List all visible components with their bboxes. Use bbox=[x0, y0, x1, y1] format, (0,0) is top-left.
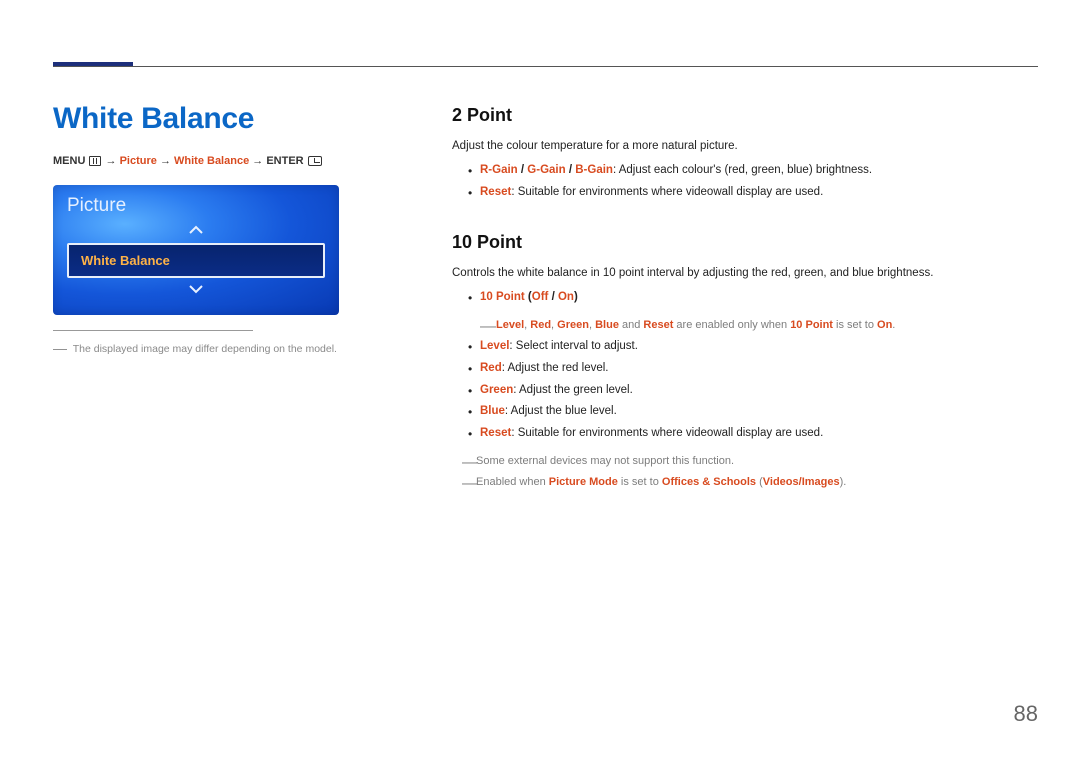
breadcrumb-enter-label: ENTER bbox=[266, 155, 303, 167]
g-gain-label: G-Gain bbox=[527, 164, 565, 176]
disclaimer-body: The displayed image may differ depending… bbox=[73, 343, 337, 355]
gain-desc: : Adjust each colour's (red, green, blue… bbox=[613, 164, 872, 176]
osd-arrow-up-row bbox=[67, 223, 325, 239]
bullets-10point: 10 Point (Off / On) bbox=[452, 289, 1020, 307]
disclaimer-text: ― The displayed image may differ dependi… bbox=[53, 340, 337, 356]
dash-icon: ― bbox=[53, 340, 67, 356]
list-item: Reset: Suitable for environments where v… bbox=[452, 184, 1020, 202]
menu-icon bbox=[89, 156, 101, 166]
osd-menu-panel: Picture White Balance bbox=[53, 185, 339, 315]
page-number: 88 bbox=[1014, 701, 1038, 727]
osd-menu-title: Picture bbox=[67, 195, 325, 217]
list-item: Blue: Adjust the blue level. bbox=[452, 403, 1020, 421]
intro-10point: Controls the white balance in 10 point i… bbox=[452, 265, 1020, 283]
list-item: Reset: Suitable for environments where v… bbox=[452, 425, 1020, 443]
breadcrumb-arrow: → bbox=[160, 155, 174, 167]
red-label: Red bbox=[480, 362, 502, 374]
header-rule bbox=[53, 66, 1038, 67]
section-heading-10point: 10 Point bbox=[452, 229, 1020, 257]
list-item: Green: Adjust the green level. bbox=[452, 382, 1020, 400]
reset-desc: : Suitable for environments where videow… bbox=[511, 186, 823, 198]
content-column: 2 Point Adjust the colour temperature fo… bbox=[452, 102, 1020, 491]
list-item: R-Gain / G-Gain / B-Gain: Adjust each co… bbox=[452, 162, 1020, 180]
chevron-up-icon[interactable] bbox=[188, 224, 204, 236]
section-heading-2point: 2 Point bbox=[452, 102, 1020, 130]
breadcrumb-menu-label: MENU bbox=[53, 155, 85, 167]
blue-label: Blue bbox=[480, 405, 505, 417]
reset-label: Reset bbox=[480, 186, 511, 198]
disclaimer-rule bbox=[53, 330, 253, 331]
level-label: Level bbox=[480, 340, 509, 352]
breadcrumb-white-balance: White Balance bbox=[174, 155, 249, 167]
intro-2point: Adjust the colour temperature for a more… bbox=[452, 138, 1020, 156]
toggle-on: On bbox=[558, 291, 574, 303]
r-gain-label: R-Gain bbox=[480, 164, 518, 176]
list-item: 10 Point (Off / On) bbox=[452, 289, 1020, 307]
b-gain-label: B-Gain bbox=[575, 164, 613, 176]
breadcrumb-arrow: → bbox=[106, 155, 120, 167]
dash-icon: ― bbox=[480, 315, 496, 340]
reset-label-10p: Reset bbox=[480, 427, 511, 439]
breadcrumb-arrow: → bbox=[252, 155, 266, 167]
toggle-off: Off bbox=[532, 291, 549, 303]
chevron-down-icon[interactable] bbox=[188, 283, 204, 295]
osd-arrow-down-row bbox=[67, 282, 325, 298]
enable-note: ― Level, Red, Green, Blue and Reset are … bbox=[452, 317, 1020, 334]
list-item: Level: Select interval to adjust. bbox=[452, 338, 1020, 356]
note-picture-mode: ― Enabled when Picture Mode is set to Of… bbox=[452, 474, 1020, 491]
note-external-devices: ― Some external devices may not support … bbox=[452, 453, 1020, 470]
page-title: White Balance bbox=[53, 102, 254, 136]
green-label: Green bbox=[480, 384, 513, 396]
dash-icon: ― bbox=[462, 472, 478, 497]
breadcrumb: MENU → Picture → White Balance → ENTER bbox=[53, 155, 323, 167]
tenpoint-toggle-label: 10 Point bbox=[480, 291, 525, 303]
bullets-10point-detail: Level: Select interval to adjust. Red: A… bbox=[452, 338, 1020, 443]
list-item: Red: Adjust the red level. bbox=[452, 360, 1020, 378]
breadcrumb-picture: Picture bbox=[120, 155, 157, 167]
osd-selected-item[interactable]: White Balance bbox=[67, 243, 325, 278]
bullets-2point: R-Gain / G-Gain / B-Gain: Adjust each co… bbox=[452, 162, 1020, 202]
enter-icon bbox=[308, 156, 322, 166]
